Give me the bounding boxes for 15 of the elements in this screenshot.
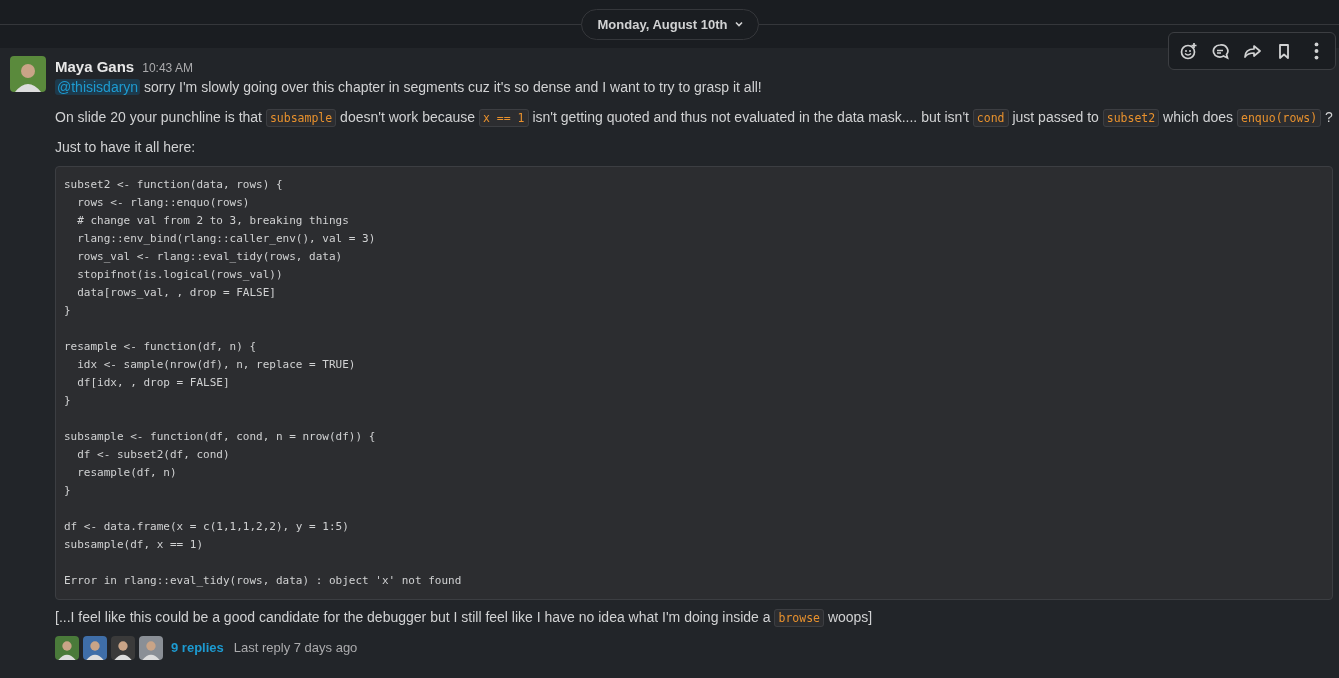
smiley-plus-icon	[1179, 41, 1197, 61]
message-time[interactable]: 10:43 AM	[142, 57, 193, 79]
message-text: On slide 20 your punchline is that subsample doesn't work because x == 1 isn't getting quoted and thus not evaluated in the data mask.... but isn't cond just passed to subset2 which does enquo(rows) ?	[55, 108, 1333, 128]
message-text: [...I feel like this could be a good candidate for the debugger but I still feel like I have no idea what I'm doing inside a browse woops]	[55, 608, 874, 628]
author-name[interactable]: Maya Gans	[55, 56, 135, 78]
chevron-down-icon	[733, 19, 744, 29]
more-vertical-icon	[1313, 42, 1319, 60]
speech-bubble-icon	[1211, 41, 1229, 61]
message-text: Just to have it all here:	[55, 138, 197, 157]
replies-link[interactable]: 9 replies	[171, 637, 224, 659]
mention-link[interactable]: @thisisdaryn	[55, 79, 141, 95]
message-text: @thisisdaryn sorry I'm slowly going over this chapter in segments cuz it's so dense and I want to try to grasp it all!	[55, 78, 763, 97]
code-block: subset2 <- function(data, rows) { rows <- rlang::enquo(rows) # change val from 2 to 3, breaking things rlang::env_bind(rlang::caller_env(), val = 3) rows_val <- rlang::eval_tidy(rows, data) stopifnot(is.logical(rows_val)) data[rows_val, , drop = FALSE] } resample <- function(df, n) { idx <- sample(nrow(df), n, replace = TRUE) df[idx, , drop = FALSE] } subsample <- function(df, cond, n = nrow(df)) { df <- subset2(df, cond) resample(df, n) } df <- data.frame(x = c(1,1,1,2,2), y = 1:5) subsample(df, x == 1) Error in rlang::eval_tidy(rows, data) : object 'x' not found	[55, 166, 1333, 600]
last-reply-time: Last reply 7 days ago	[233, 639, 358, 657]
date-divider-button[interactable]: Monday, August 10th	[580, 8, 759, 40]
